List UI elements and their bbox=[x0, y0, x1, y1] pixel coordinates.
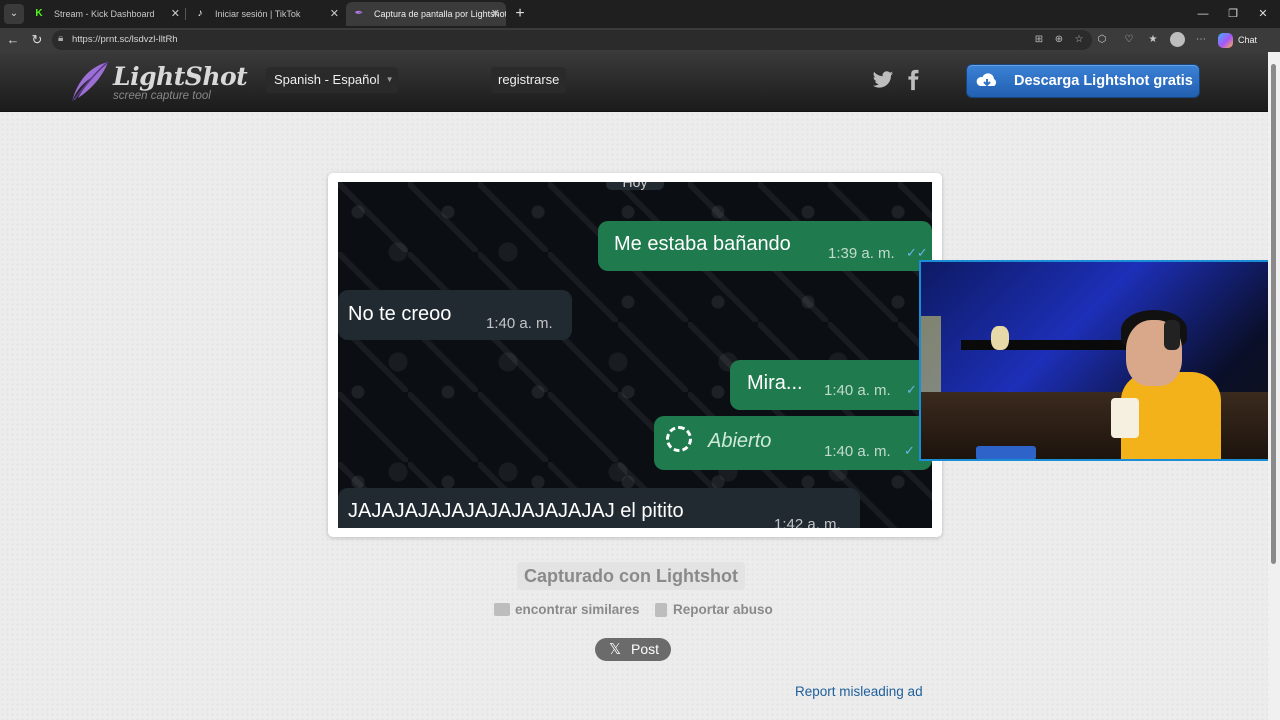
language-label: Spanish - Español bbox=[274, 72, 380, 87]
download-label: Descarga Lightshot gratis bbox=[1014, 73, 1193, 89]
shelf bbox=[961, 340, 1131, 350]
close-tab-icon[interactable]: ✕ bbox=[491, 2, 500, 26]
report-abuse-label: Reportar abuso bbox=[673, 602, 773, 617]
headset bbox=[1164, 320, 1180, 350]
sent-tick-icon: ✓ bbox=[906, 382, 917, 397]
download-cloud-icon bbox=[976, 73, 997, 87]
message-time: 1:40 a. m. bbox=[824, 382, 891, 399]
message-text: Abierto bbox=[708, 430, 772, 452]
camera-icon bbox=[494, 603, 510, 616]
lightshot-logo[interactable]: LightShot screen capture tool bbox=[68, 60, 248, 106]
message-text: Mira... bbox=[747, 372, 803, 394]
message-time: 1:40 a. m. bbox=[824, 443, 891, 460]
chevron-down-icon: ▼ bbox=[385, 75, 394, 84]
tab-tiktok[interactable]: ♪ Iniciar sesión | TikTok ✕ bbox=[187, 2, 345, 26]
tab-kick-dashboard[interactable]: K Stream - Kick Dashboard ✕ bbox=[26, 2, 186, 26]
post-label: Post bbox=[631, 641, 660, 657]
scrollbar-thumb[interactable] bbox=[1271, 64, 1276, 564]
app-available-icon[interactable]: ⊞ bbox=[1032, 33, 1046, 47]
lightshot-header: LightShot screen capture tool Spanish - … bbox=[0, 52, 1268, 112]
report-abuse-link[interactable]: Reportar abuso bbox=[655, 601, 773, 619]
browser-essentials-icon[interactable]: ♡ bbox=[1122, 33, 1136, 47]
download-lightshot-button[interactable]: Descarga Lightshot gratis bbox=[966, 64, 1200, 98]
clipboard-icon bbox=[655, 603, 667, 617]
tab-actions-menu-icon[interactable]: ⌄ bbox=[4, 4, 24, 24]
figurine bbox=[991, 326, 1009, 350]
read-ticks-icon: ✓✓ bbox=[906, 245, 928, 260]
message-bubble: Mira... 1:40 a. m. ✓ bbox=[730, 360, 932, 410]
find-similar-link[interactable]: encontrar similares bbox=[494, 601, 640, 619]
language-selector[interactable]: Spanish - Español ▼ bbox=[266, 67, 398, 93]
new-tab-icon[interactable]: + bbox=[510, 4, 530, 24]
zoom-icon[interactable]: ⊕ bbox=[1052, 33, 1066, 47]
tab-lightshot[interactable]: ✒ Captura de pantalla por Lightshot ✕ bbox=[346, 2, 506, 26]
lightshot-feather-icon: ✒ bbox=[354, 8, 364, 19]
keyboard bbox=[976, 446, 1036, 459]
copilot-label: Chat bbox=[1238, 35, 1258, 45]
back-icon[interactable]: ← bbox=[4, 31, 22, 49]
address-bar[interactable]: 🔒︎ https://prnt.sc/lsdvzl-lltRh ⊞ ⊕ ☆ bbox=[52, 30, 1092, 50]
feather-logo-icon bbox=[72, 61, 109, 102]
profile-avatar[interactable] bbox=[1170, 32, 1185, 47]
tab-separator bbox=[185, 8, 186, 20]
message-time: 1:39 a. m. bbox=[828, 245, 895, 262]
sent-tick-icon: ✓ bbox=[904, 443, 915, 458]
message-time: 1:40 a. m. bbox=[486, 315, 553, 332]
facebook-icon[interactable] bbox=[902, 69, 924, 91]
find-similar-label: encontrar similares bbox=[515, 602, 640, 617]
page-scrollbar[interactable] bbox=[1268, 52, 1280, 720]
x-post-button[interactable]: 𝕏 Post bbox=[595, 638, 671, 661]
tab-title: Iniciar sesión | TikTok bbox=[215, 9, 301, 19]
maximize-icon[interactable]: ❐ bbox=[1223, 4, 1243, 24]
copilot-chat-button[interactable]: Chat bbox=[1218, 31, 1257, 49]
url-text: https://prnt.sc/lsdvzl-lltRh bbox=[72, 34, 178, 45]
copilot-icon bbox=[1218, 33, 1233, 48]
message-bubble: JAJAJAJAJAJAJAJAJAJAJAJ el pitito 1:42 a… bbox=[338, 488, 860, 528]
page-viewport: LightShot screen capture tool Spanish - … bbox=[0, 52, 1268, 720]
message-time: 1:42 a. m. bbox=[774, 516, 841, 528]
day-chip: Hoy bbox=[606, 182, 664, 190]
screenshot-card: Hoy Me estaba bañando 1:39 a. m. ✓✓ No t… bbox=[328, 173, 942, 537]
monitor bbox=[921, 316, 941, 396]
message-text: JAJAJAJAJAJAJAJAJAJAJAJ el pitito bbox=[348, 500, 684, 522]
favorite-star-icon[interactable]: ☆ bbox=[1072, 33, 1086, 47]
view-once-icon bbox=[666, 426, 692, 452]
x-logo-icon: 𝕏 bbox=[609, 641, 622, 658]
close-window-icon[interactable]: ✕ bbox=[1253, 4, 1273, 24]
tab-bar: ⌄ K Stream - Kick Dashboard ✕ ♪ Iniciar … bbox=[0, 0, 1280, 28]
message-bubble: Me estaba bañando 1:39 a. m. ✓✓ bbox=[598, 221, 932, 271]
captured-with-lightshot-label[interactable]: Capturado con Lightshot bbox=[517, 562, 745, 590]
webcam-overlay bbox=[919, 260, 1268, 461]
report-misleading-ad-link[interactable]: Report misleading ad bbox=[795, 684, 923, 699]
address-toolbar: ← ↻ 🔒︎ https://prnt.sc/lsdvzl-lltRh ⊞ ⊕ … bbox=[0, 28, 1280, 52]
register-link[interactable]: registrarse bbox=[491, 67, 567, 93]
cup bbox=[1111, 398, 1139, 438]
logo-name: LightShot bbox=[113, 62, 248, 91]
tab-title: Stream - Kick Dashboard bbox=[54, 9, 155, 19]
screenshot-image[interactable]: Hoy Me estaba bañando 1:39 a. m. ✓✓ No t… bbox=[338, 182, 932, 528]
message-bubble: No te creoo 1:40 a. m. bbox=[338, 290, 572, 340]
message-text: No te creoo bbox=[348, 303, 452, 325]
logo-tagline: screen capture tool bbox=[113, 90, 211, 102]
twitter-icon[interactable] bbox=[872, 69, 894, 91]
site-info-icon[interactable]: 🔒︎ bbox=[58, 33, 63, 44]
reload-icon[interactable]: ↻ bbox=[28, 31, 46, 49]
message-text: Me estaba bañando bbox=[614, 233, 791, 255]
extensions-icon[interactable]: ⬡ bbox=[1095, 33, 1109, 47]
favorites-icon[interactable]: ★ bbox=[1146, 33, 1160, 47]
tab-title: Captura de pantalla por Lightshot bbox=[374, 9, 506, 19]
kick-icon: K bbox=[35, 8, 43, 19]
minimize-icon[interactable]: — bbox=[1193, 4, 1213, 24]
message-bubble: Abierto 1:40 a. m. ✓ bbox=[654, 416, 932, 470]
more-options-icon[interactable]: ⋯ bbox=[1194, 33, 1208, 47]
tiktok-icon: ♪ bbox=[197, 8, 203, 19]
close-tab-icon[interactable]: ✕ bbox=[171, 2, 180, 26]
close-tab-icon[interactable]: ✕ bbox=[330, 2, 339, 26]
